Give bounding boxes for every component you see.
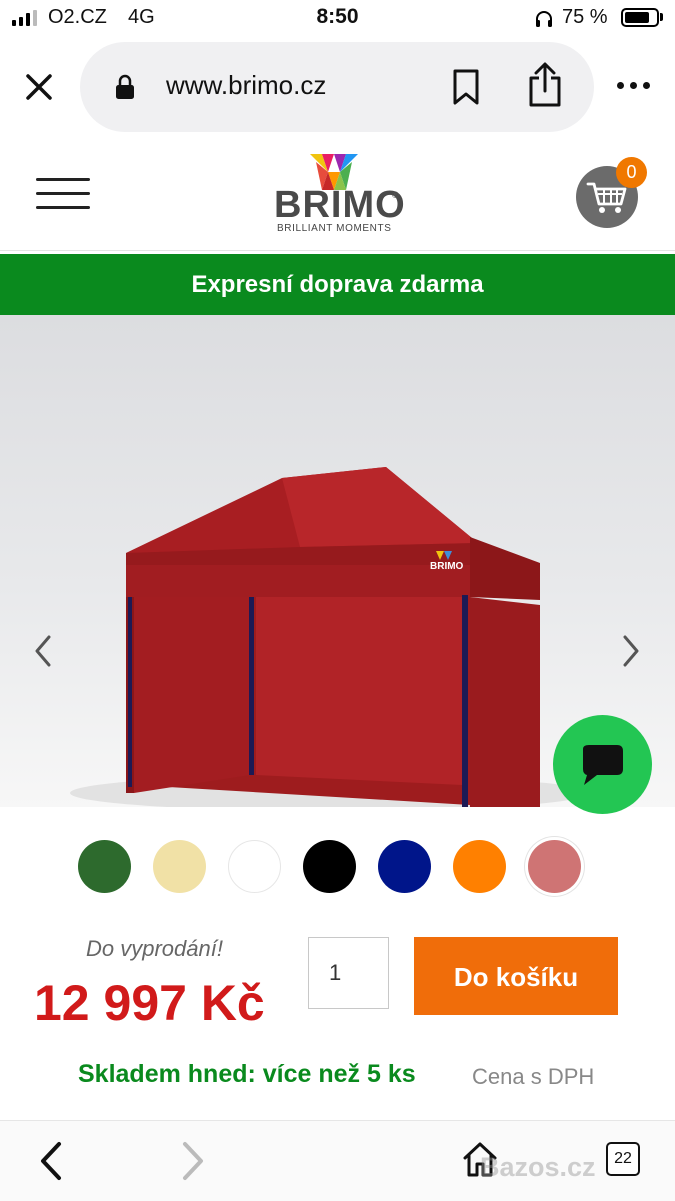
address-bar[interactable]	[80, 42, 594, 132]
chat-button[interactable]	[553, 715, 652, 814]
battery-tip	[660, 13, 663, 21]
color-swatch[interactable]	[78, 840, 131, 893]
cart-count-badge: 0	[616, 157, 647, 188]
tabs-count-button[interactable]: 22	[606, 1142, 640, 1176]
bookmark-icon[interactable]	[452, 68, 480, 106]
headphones-icon	[536, 11, 552, 27]
vat-note: Cena s DPH	[472, 1064, 595, 1089]
back-arrow-icon[interactable]	[38, 1140, 64, 1182]
product-price: 12 997 Kč	[34, 975, 265, 1031]
more-menu-icon[interactable]	[617, 82, 650, 89]
next-image-arrow-icon[interactable]	[618, 633, 644, 669]
close-icon[interactable]	[22, 70, 56, 104]
previous-image-arrow-icon[interactable]	[30, 633, 56, 669]
stock-status: Skladem hned: více než 5 ks	[78, 1060, 416, 1088]
status-bar: O2.CZ 4G 8:50 75 %	[0, 0, 675, 38]
color-swatch[interactable]	[228, 840, 281, 893]
forward-arrow-icon[interactable]	[180, 1140, 206, 1182]
add-to-cart-button[interactable]: Do košíku	[414, 937, 618, 1015]
promo-banner: Expresní doprava zdarma	[0, 254, 675, 315]
tent-logo-text: BRIMO	[430, 561, 464, 572]
sale-label: Do vyprodání!	[86, 936, 223, 961]
header-divider	[0, 250, 675, 251]
battery-icon	[621, 8, 659, 27]
color-swatch[interactable]	[303, 840, 356, 893]
registered-mark: ®	[392, 190, 399, 200]
logo-tagline: BRILLIANT MOMENTS	[277, 223, 392, 234]
share-icon[interactable]	[526, 62, 564, 108]
battery-percent: 75 %	[562, 6, 608, 28]
lock-icon	[116, 74, 134, 99]
color-swatch[interactable]	[453, 840, 506, 893]
color-swatch[interactable]	[153, 840, 206, 893]
hamburger-menu-icon[interactable]	[36, 178, 90, 212]
watermark: Bazos.cz	[480, 1152, 596, 1182]
chat-bubble-icon	[583, 745, 623, 785]
logo-text[interactable]: BRIMO	[274, 184, 406, 227]
color-swatch[interactable]	[378, 840, 431, 893]
color-swatch[interactable]	[528, 840, 581, 893]
color-swatches	[78, 840, 581, 893]
url-text[interactable]: www.brimo.cz	[166, 70, 326, 101]
quantity-input[interactable]	[308, 937, 389, 1009]
